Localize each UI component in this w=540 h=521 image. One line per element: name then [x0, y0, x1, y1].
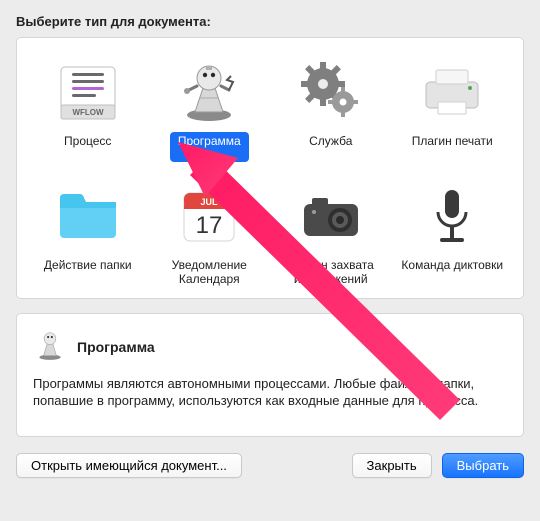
type-service-label: Служба — [301, 132, 360, 162]
folder-icon — [52, 180, 124, 252]
type-calendar-alarm-label: Уведомление Календаря — [149, 256, 271, 288]
calendar-month: JUL — [201, 197, 219, 207]
type-dictation-command[interactable]: Команда диктовки — [392, 180, 514, 288]
type-workflow[interactable]: WFLOW Процесс — [27, 56, 149, 162]
type-folder-action[interactable]: Действие папки — [27, 180, 149, 288]
type-folder-action-label: Действие папки — [36, 256, 140, 286]
choose-button[interactable]: Выбрать — [442, 453, 524, 478]
calendar-icon: JUL 17 — [173, 180, 245, 252]
type-print-plugin-label: Плагин печати — [404, 132, 501, 162]
printer-icon — [416, 56, 488, 128]
application-icon — [173, 56, 245, 128]
description-header: Программа — [33, 328, 507, 365]
description-box: Программа Программы являются автономными… — [16, 313, 524, 437]
camera-icon — [295, 180, 367, 252]
type-application-label: Программа — [170, 132, 249, 162]
prompt-label: Выберите тип для документа: — [16, 14, 524, 29]
button-row: Открыть имеющийся документ... Закрыть Вы… — [16, 453, 524, 478]
dialog-body: Выберите тип для документа: WFLOW Проц — [0, 0, 540, 494]
microphone-icon — [416, 180, 488, 252]
wflow-text: WFLOW — [72, 108, 104, 117]
type-workflow-label: Процесс — [56, 132, 119, 162]
type-service[interactable]: Служба — [270, 56, 392, 162]
type-dictation-command-label: Команда диктовки — [393, 256, 511, 286]
open-existing-button[interactable]: Открыть имеющийся документ... — [16, 453, 242, 478]
type-application[interactable]: Программа — [149, 56, 271, 162]
type-image-capture-plugin-label: Плагин захвата изображений — [270, 256, 392, 288]
type-print-plugin[interactable]: Плагин печати — [392, 56, 514, 162]
type-calendar-alarm[interactable]: JUL 17 Уведомление Календаря — [149, 180, 271, 288]
document-type-grid: WFLOW Процесс — [27, 56, 513, 288]
service-icon — [295, 56, 367, 128]
calendar-day: 17 — [196, 212, 223, 239]
description-icon — [33, 328, 67, 365]
description-title: Программа — [77, 339, 155, 355]
workflow-icon: WFLOW — [52, 56, 124, 128]
description-body: Программы являются автономными процессам… — [33, 375, 507, 409]
close-button[interactable]: Закрыть — [352, 453, 432, 478]
type-image-capture-plugin[interactable]: Плагин захвата изображений — [270, 180, 392, 288]
document-type-grid-box: WFLOW Процесс — [16, 37, 524, 299]
